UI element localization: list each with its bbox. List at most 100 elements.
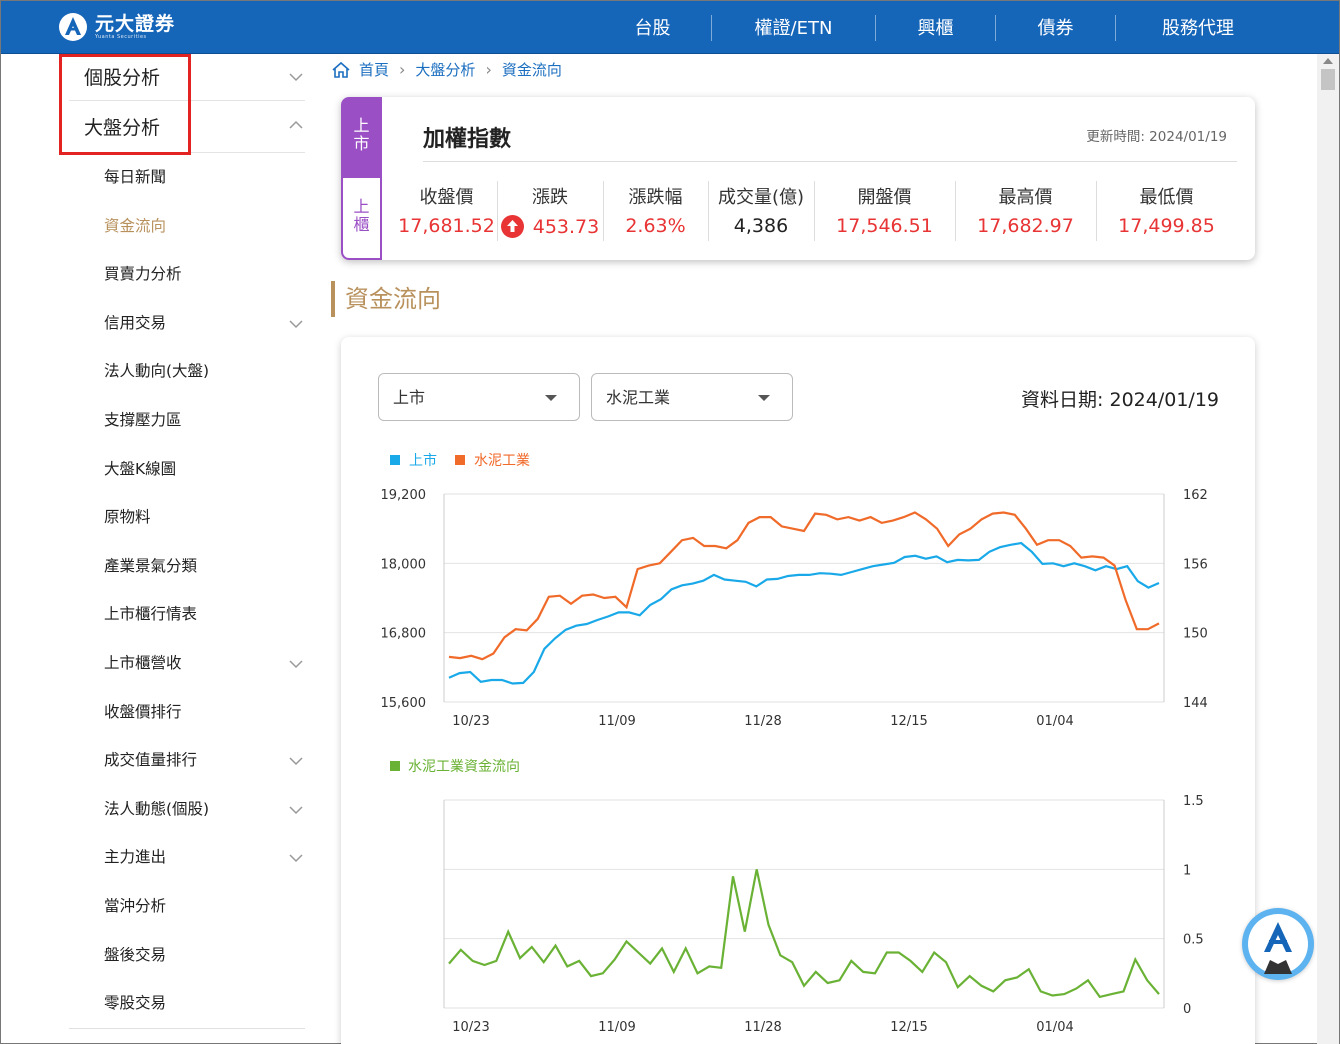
x-tick-label: 11/09 [598, 714, 635, 729]
nav-item-tw-stock[interactable]: 台股 [594, 1, 711, 54]
brand-name: 元大證券 [95, 13, 176, 35]
sidebar-subitem-label: 原物料 [104, 508, 151, 527]
index-title: 加權指數 [423, 127, 512, 152]
index-stat-label: 漲跌幅 [628, 187, 683, 208]
floating-assistant-button[interactable] [1242, 908, 1314, 980]
sidebar-subitem-label: 買賣力分析 [104, 265, 182, 284]
y-right-tick-label: 1 [1183, 863, 1191, 878]
sidebar-subitem-label: 資金流向 [104, 216, 167, 235]
sidebar-subitem[interactable]: 產業景氣分類 [69, 542, 305, 591]
index-stat-label: 最高價 [998, 187, 1053, 208]
breadcrumb-current[interactable]: 資金流向 [502, 59, 562, 80]
top-navbar: 元大證券 Yuanta Securities 台股 權證/ETN 興櫃 債券 股… [1, 1, 1339, 54]
x-tick-label: 10/23 [452, 1020, 489, 1035]
tab-listed[interactable]: 上市 [341, 97, 382, 178]
divider [423, 161, 1237, 162]
index-stat-value: 17,546.51 [836, 215, 933, 237]
page-scrollbar[interactable] [1317, 54, 1339, 1044]
scroll-thumb[interactable] [1321, 69, 1335, 90]
sidebar-submenu: 每日新聞資金流向買賣力分析信用交易 法人動向(大盤) 支撐壓力區大盤K線圖原物料產業… [69, 153, 305, 1028]
chevron-down-icon [289, 854, 303, 863]
nav-item-emerging[interactable]: 興櫃 [876, 1, 995, 54]
nav-item-warrant-etn[interactable]: 權證/ETN [712, 1, 875, 54]
index-stat: 成交量(億) 4,386 [708, 181, 814, 241]
sidebar-subitem-label: 大盤K線圖 [104, 459, 177, 478]
sidebar-subitem[interactable]: 成交值量排行 [69, 736, 305, 785]
scroll-up-arrow-icon[interactable] [1323, 58, 1333, 64]
sidebar-subitem[interactable]: 盤後交易 [69, 931, 305, 980]
sidebar-subitem[interactable]: 當沖分析 [69, 882, 305, 931]
sidebar-subitem[interactable]: 上市櫃行情表 [69, 590, 305, 639]
index-stat-value: 17,681.52 [398, 215, 495, 237]
highlight-annotation-box [59, 54, 191, 155]
breadcrumb-market-analysis[interactable]: 大盤分析 [415, 59, 475, 80]
sidebar-subitem-label: 成交值量排行 [104, 751, 198, 770]
index-stats: 收盤價 17,681.52 漲跌 453.73 漲跌幅 2.63% 成交量(億) 4,386 開… [396, 181, 1241, 241]
yuanta-mascot-icon [1248, 914, 1308, 974]
sidebar: 個股分析 大盤分析 每日新聞 資金流向 買賣力分析 信用交易 法人動向(大盤) 支撐壓力區… [69, 54, 305, 1028]
sidebar-subitem[interactable]: 原物料 [69, 493, 305, 542]
y-right-tick-label: 1.5 [1183, 794, 1204, 809]
chevron-down-icon [289, 73, 303, 82]
sidebar-subitem[interactable]: 支撐壓力區 [69, 396, 305, 445]
update-time: 更新時間: 2024/01/19 [1086, 129, 1227, 145]
breadcrumb-home[interactable]: 首頁 [359, 59, 389, 80]
legend-swatch [455, 455, 465, 465]
tab-otc[interactable]: 上櫃 [341, 178, 382, 260]
sidebar-subitem[interactable]: 大盤K線圖 [69, 445, 305, 494]
legend-swatch [390, 455, 400, 465]
x-tick-label: 12/15 [890, 714, 927, 729]
legend-label: 上市 [409, 452, 437, 469]
sidebar-subitem[interactable]: 上市櫃營收 [69, 639, 305, 688]
sidebar-subitem[interactable]: 每日新聞 [69, 153, 305, 202]
charts-svg: 上市 水泥工業 15,600 16,800 18,000 19,200 144 150 156 1… [381, 452, 1208, 1035]
sidebar-subitem[interactable]: 收盤價排行 [69, 688, 305, 737]
brand-logo[interactable]: 元大證券 Yuanta Securities [59, 13, 175, 41]
index-stat-value: 2.63% [625, 215, 686, 237]
index-stat-value: 4,386 [733, 215, 789, 237]
sidebar-subitem-label: 每日新聞 [104, 168, 167, 186]
nav-item-bond[interactable]: 債券 [996, 1, 1115, 54]
series-line-cement-fund-flow [448, 869, 1160, 999]
index-stat-label: 漲跌 [532, 187, 568, 208]
chevron-down-icon [289, 806, 303, 814]
sidebar-subitem-label: 當沖分析 [104, 896, 167, 915]
index-stat-label: 成交量(億) [717, 187, 805, 208]
y-right-tick-label: 0.5 [1183, 933, 1204, 948]
sidebar-subitem[interactable]: 零股交易 [69, 979, 305, 1028]
sidebar-subitem[interactable]: 資金流向 [69, 202, 305, 251]
x-tick-label: 10/23 [452, 714, 489, 729]
sidebar-subitem[interactable]: 買賣力分析 [69, 250, 305, 299]
home-icon[interactable] [331, 61, 351, 79]
sidebar-subitem[interactable]: 主力進出 [69, 833, 305, 882]
legend-swatch [390, 761, 400, 771]
fund-flow-chart-card: 上市 水泥工業 資料日期: 2024/01/19 上市 水泥工業 15,600 16,… [341, 337, 1255, 1044]
sidebar-subitem-label: 上市櫃營收 [104, 653, 182, 672]
x-tick-label: 11/28 [744, 714, 781, 729]
index-summary-card: 上市 上櫃 加權指數 更新時間: 2024/01/19 收盤價 17,681.52… [341, 97, 1255, 260]
nav-item-stock-affairs[interactable]: 股務代理 [1116, 1, 1280, 54]
index-stat-value: 453.73 [497, 215, 603, 238]
sidebar-subitem[interactable]: 信用交易 [69, 299, 305, 348]
chevron-down-icon [289, 757, 303, 766]
chevron-up-icon [289, 120, 303, 129]
x-tick-label: 12/15 [890, 1020, 927, 1035]
y-right-tick-label: 144 [1183, 696, 1208, 711]
sidebar-subitem[interactable]: 法人動態(個股) [69, 785, 305, 834]
y-right-tick-label: 150 [1183, 627, 1208, 642]
sidebar-subitem[interactable]: 法人動向(大盤) [69, 347, 305, 396]
sidebar-subitem-label: 零股交易 [104, 994, 167, 1013]
sidebar-subitem-label: 上市櫃行情表 [104, 605, 198, 624]
index-stat-value: 17,499.85 [1118, 215, 1215, 237]
breadcrumb: 首頁 › 大盤分析 › 資金流向 [331, 59, 562, 80]
y-right-tick-label: 156 [1183, 557, 1208, 572]
x-tick-label: 01/04 [1036, 1020, 1073, 1035]
index-stat: 最高價 17,682.97 [955, 181, 1096, 241]
series-line-twse [448, 541, 1160, 685]
x-tick-label: 11/28 [744, 1020, 781, 1035]
index-stat: 漲跌幅 2.63% [603, 181, 708, 241]
breadcrumb-separator-icon: › [399, 60, 406, 79]
y-left-tick-label: 18,000 [381, 557, 427, 572]
x-tick-label: 11/09 [598, 1020, 635, 1035]
sidebar-subitem-label: 法人動態(個股) [104, 799, 210, 818]
